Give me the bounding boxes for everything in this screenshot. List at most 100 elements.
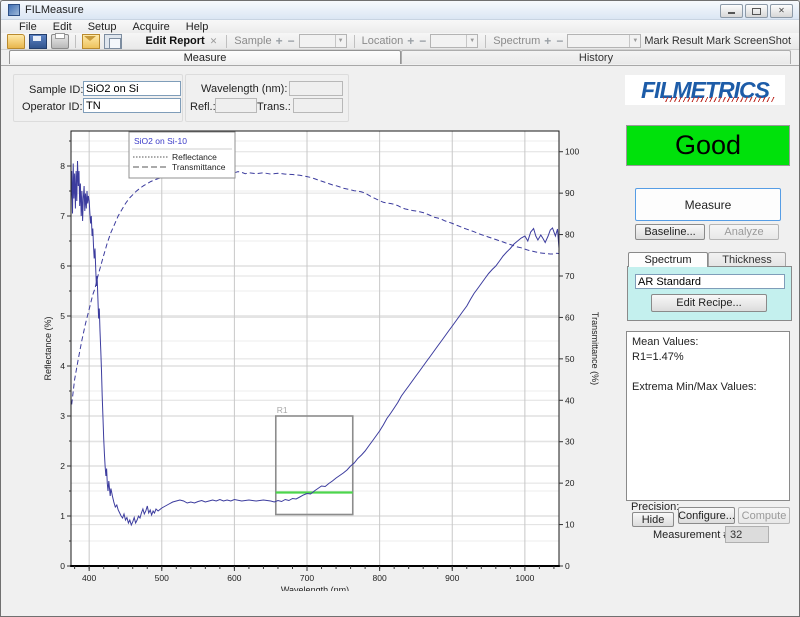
chevron-down-icon: ▼ bbox=[629, 35, 640, 47]
recipe-input[interactable] bbox=[635, 274, 785, 289]
spectrum-add-button[interactable]: + bbox=[543, 34, 552, 48]
screenshot-icon[interactable] bbox=[104, 34, 122, 49]
svg-text:400: 400 bbox=[82, 573, 96, 583]
extrema-label: Extrema Min/Max Values: bbox=[632, 380, 784, 395]
sample-remove-button[interactable]: − bbox=[287, 34, 296, 48]
refl-input bbox=[215, 98, 257, 113]
operator-id-input[interactable] bbox=[83, 98, 181, 113]
close-button[interactable]: ✕ bbox=[770, 4, 793, 18]
svg-text:60: 60 bbox=[565, 312, 575, 322]
svg-text:80: 80 bbox=[565, 230, 575, 240]
toolbar-separator bbox=[75, 35, 76, 48]
recipe-panel: Edit Recipe... bbox=[627, 266, 792, 321]
close-icon: ✕ bbox=[778, 7, 785, 15]
sample-label: Sample bbox=[234, 35, 271, 47]
edit-report-close-icon[interactable]: ✕ bbox=[208, 36, 220, 47]
svg-text:8: 8 bbox=[60, 161, 65, 171]
svg-text:3: 3 bbox=[60, 411, 65, 421]
save-icon[interactable] bbox=[29, 34, 47, 49]
svg-text:50: 50 bbox=[565, 354, 575, 364]
svg-text:500: 500 bbox=[155, 573, 169, 583]
svg-text:6: 6 bbox=[60, 261, 65, 271]
edit-recipe-button[interactable]: Edit Recipe... bbox=[651, 294, 767, 312]
location-remove-button[interactable]: − bbox=[418, 34, 427, 48]
chevron-down-icon: ▼ bbox=[466, 35, 477, 47]
tab-thickness[interactable]: Thickness bbox=[708, 252, 786, 267]
mean-value-r1: R1=1.47% bbox=[632, 350, 784, 365]
svg-text:30: 30 bbox=[565, 437, 575, 447]
spectrum-remove-button[interactable]: − bbox=[555, 34, 564, 48]
svg-text:70: 70 bbox=[565, 271, 575, 281]
operator-id-label: Operator ID: bbox=[22, 101, 83, 113]
minimize-button[interactable] bbox=[720, 4, 743, 18]
menu-bar: File Edit Setup Acquire Help bbox=[1, 20, 800, 33]
export-icon[interactable] bbox=[82, 34, 100, 49]
toolbar: Edit Report ✕ Sample + − ▼ Location + − … bbox=[1, 33, 799, 50]
svg-text:R1: R1 bbox=[277, 405, 288, 415]
sample-add-button[interactable]: + bbox=[275, 34, 284, 48]
edit-report-button[interactable]: Edit Report bbox=[145, 35, 204, 47]
toolbar-separator bbox=[354, 35, 355, 48]
svg-text:40: 40 bbox=[565, 395, 575, 405]
svg-text:Reflectance: Reflectance bbox=[172, 152, 217, 162]
spectrum-chart[interactable]: R140050060070080090010000123456780102030… bbox=[41, 121, 601, 591]
results-listbox[interactable]: Mean Values: R1=1.47% Extrema Min/Max Va… bbox=[626, 331, 790, 501]
toolbar-separator bbox=[226, 35, 227, 48]
chevron-down-icon: ▼ bbox=[335, 35, 346, 47]
svg-text:Transmittance (%): Transmittance (%) bbox=[590, 312, 600, 385]
svg-text:0: 0 bbox=[565, 561, 570, 571]
mark-result-button[interactable]: Mark Result bbox=[644, 35, 703, 47]
svg-text:4: 4 bbox=[60, 361, 65, 371]
svg-text:900: 900 bbox=[445, 573, 459, 583]
spectrum-combo[interactable]: ▼ bbox=[567, 34, 641, 48]
hide-button[interactable]: Hide bbox=[632, 512, 674, 527]
location-combo[interactable]: ▼ bbox=[430, 34, 478, 48]
toolbar-separator bbox=[485, 35, 486, 48]
location-label: Location bbox=[362, 35, 404, 47]
svg-text:5: 5 bbox=[60, 311, 65, 321]
svg-text:800: 800 bbox=[373, 573, 387, 583]
menu-edit[interactable]: Edit bbox=[45, 21, 80, 33]
svg-text:700: 700 bbox=[300, 573, 314, 583]
spectrum-label: Spectrum bbox=[493, 35, 540, 47]
svg-text:0: 0 bbox=[60, 561, 65, 571]
trans-label: Trans.: bbox=[257, 101, 291, 113]
restore-icon bbox=[752, 8, 761, 15]
menu-help[interactable]: Help bbox=[178, 21, 217, 33]
wavelength-label: Wavelength (nm): bbox=[201, 83, 287, 95]
mark-screenshot-button[interactable]: Mark ScreenShot bbox=[706, 35, 791, 47]
sample-id-input[interactable] bbox=[83, 81, 181, 96]
svg-text:20: 20 bbox=[565, 478, 575, 488]
menu-setup[interactable]: Setup bbox=[80, 21, 125, 33]
sample-combo[interactable]: ▼ bbox=[299, 34, 347, 48]
svg-text:Transmittance: Transmittance bbox=[172, 162, 226, 172]
tab-measure[interactable]: Measure bbox=[9, 50, 401, 64]
measurement-number-label: Measurement # bbox=[653, 529, 729, 541]
menu-acquire[interactable]: Acquire bbox=[124, 21, 177, 33]
logo-hatch-decoration bbox=[663, 97, 775, 102]
sample-id-label: Sample ID: bbox=[29, 84, 83, 96]
menu-file[interactable]: File bbox=[11, 21, 45, 33]
measure-button[interactable]: Measure bbox=[635, 188, 781, 221]
analyze-button[interactable]: Analyze bbox=[709, 224, 779, 240]
svg-text:10: 10 bbox=[565, 520, 575, 530]
configure-button[interactable]: Configure... bbox=[678, 507, 735, 524]
compute-button[interactable]: Compute bbox=[738, 507, 790, 524]
location-add-button[interactable]: + bbox=[406, 34, 415, 48]
baseline-button[interactable]: Baseline... bbox=[635, 224, 705, 240]
print-icon[interactable] bbox=[51, 34, 69, 49]
app-window: FILMeasure ✕ File Edit Setup Acquire Hel… bbox=[0, 0, 800, 617]
filmetrics-logo: FILMETRICS bbox=[625, 75, 785, 105]
svg-text:7: 7 bbox=[60, 211, 65, 221]
svg-text:1: 1 bbox=[60, 511, 65, 521]
open-file-icon[interactable] bbox=[7, 34, 25, 49]
status-badge: Good bbox=[626, 125, 790, 166]
svg-text:Reflectance (%): Reflectance (%) bbox=[43, 316, 53, 380]
mean-values-label: Mean Values: bbox=[632, 335, 784, 350]
window-title: FILMeasure bbox=[25, 4, 84, 16]
restore-button[interactable] bbox=[745, 4, 768, 18]
tab-history[interactable]: History bbox=[401, 50, 791, 64]
measurement-number-value: 32 bbox=[725, 526, 769, 543]
svg-text:100: 100 bbox=[565, 147, 579, 157]
tab-spectrum[interactable]: Spectrum bbox=[628, 252, 708, 267]
